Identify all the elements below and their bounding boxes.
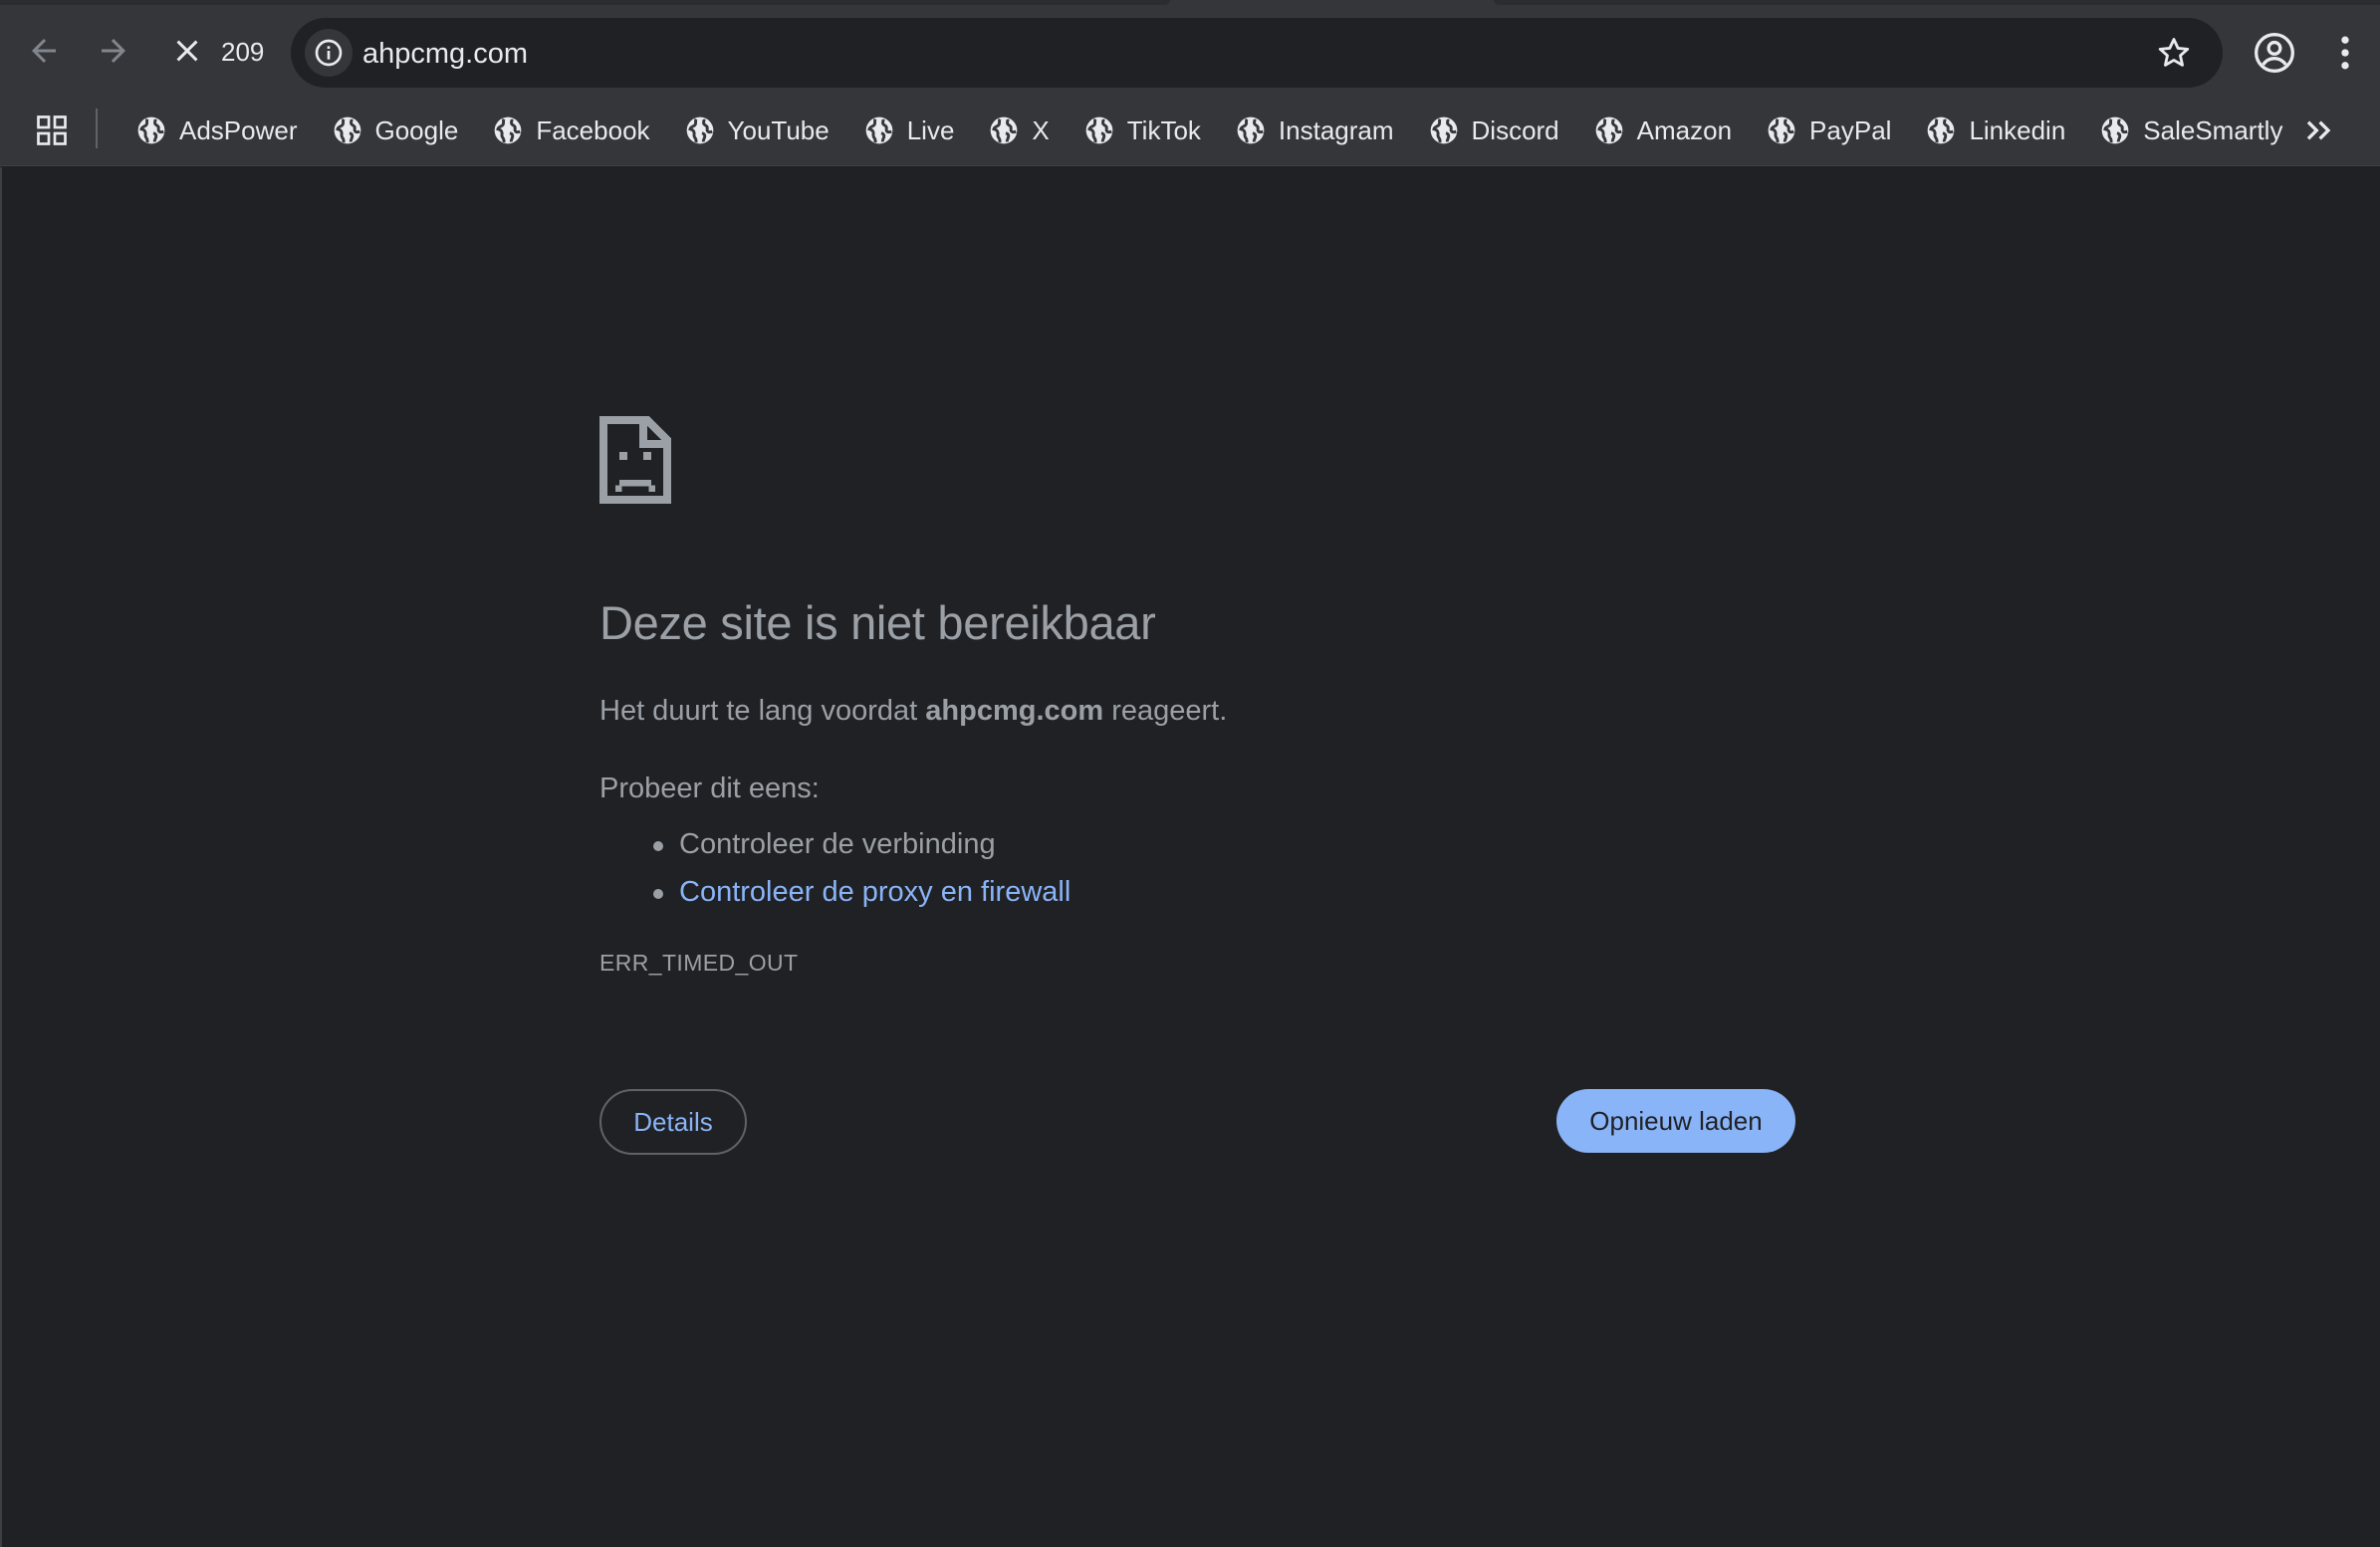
tab-count-badge[interactable]: 209 — [221, 37, 264, 68]
globe-icon — [1085, 116, 1113, 144]
arrow-left-icon — [32, 39, 56, 63]
bookmark-item[interactable]: Amazon — [1583, 106, 1742, 155]
bookmark-item[interactable]: TikTok — [1073, 106, 1211, 155]
reload-button[interactable]: Opnieuw laden — [1556, 1089, 1795, 1153]
summary-text-before: Het duurt te lang voordat — [599, 695, 926, 727]
globe-icon — [334, 116, 360, 144]
bookmark-item[interactable]: SaleSmartly — [2089, 106, 2292, 155]
bookmark-label: Facebook — [536, 114, 650, 145]
apps-grid-icon[interactable] — [34, 112, 70, 148]
globe-icon — [1237, 116, 1265, 144]
bookmark-label: Discord — [1471, 114, 1559, 145]
suggestion-check-connection: Controleer de verbinding — [652, 820, 1071, 868]
forward-button[interactable] — [90, 27, 137, 75]
arrow-right-icon — [102, 39, 125, 63]
site-info-button[interactable] — [305, 29, 353, 77]
error-summary: Het duurt te lang voordat ahpcmg.com rea… — [599, 695, 1227, 728]
back-button[interactable] — [20, 27, 68, 75]
bookmark-star-icon[interactable] — [2155, 34, 2193, 72]
close-icon — [176, 40, 198, 62]
bookmark-item[interactable]: Live — [853, 106, 965, 155]
bookmark-item[interactable]: Google — [322, 106, 469, 155]
bookmark-item[interactable]: X — [978, 106, 1059, 155]
address-bar[interactable]: ahpcmg.com — [291, 18, 2223, 88]
url-text[interactable]: ahpcmg.com — [362, 38, 528, 71]
globe-icon — [1595, 116, 1622, 144]
bookmark-item[interactable]: PayPal — [1756, 106, 1901, 155]
profile-icon[interactable] — [2253, 31, 2296, 75]
sad-document-icon — [599, 416, 671, 504]
bookmark-item[interactable]: Instagram — [1225, 106, 1404, 155]
bookmark-label: AdsPower — [179, 114, 298, 145]
globe-icon — [495, 116, 522, 144]
bookmark-label: Amazon — [1636, 114, 1733, 145]
bookmarks-bar: AdsPower Google Facebook YouTube Live X TikTok… — [0, 95, 2380, 166]
bookmark-label: Live — [906, 114, 955, 145]
bookmark-label: Linkedin — [1969, 114, 2066, 145]
bookmark-item[interactable]: Facebook — [482, 106, 659, 155]
bookmark-label: Instagram — [1278, 114, 1394, 145]
bookmark-list: AdsPower Google Facebook YouTube Live X TikTok… — [125, 95, 2306, 166]
suggestion-check-proxy-link[interactable]: Controleer de proxy en firewall — [652, 868, 1071, 916]
bookmark-label: YouTube — [727, 114, 830, 145]
bookmark-item[interactable]: Discord — [1418, 106, 1569, 155]
bookmark-label: TikTok — [1126, 114, 1201, 145]
globe-icon — [865, 116, 893, 144]
bookmark-label: SaleSmartly — [2143, 114, 2283, 145]
globe-icon — [1768, 116, 1795, 144]
info-icon — [315, 39, 343, 67]
globe-icon — [991, 116, 1018, 144]
globe-icon — [1430, 116, 1457, 144]
more-menu-icon[interactable] — [2330, 31, 2360, 75]
details-button[interactable]: Details — [599, 1089, 747, 1155]
bookmark-label: Google — [374, 114, 459, 145]
bookmarks-separator — [96, 109, 98, 148]
error-code: ERR_TIMED_OUT — [599, 950, 799, 976]
error-headline: Deze site is niet bereikbaar — [599, 596, 1156, 649]
globe-icon — [2101, 116, 2129, 144]
browser-window: 209 ahpcmg.com AdsPower Google Facebook … — [0, 0, 2380, 1547]
suggestions-title: Probeer dit eens: — [599, 773, 820, 804]
stop-loading-button[interactable] — [163, 27, 211, 75]
bookmark-label: PayPal — [1809, 114, 1892, 145]
bookmark-label: X — [1032, 114, 1050, 145]
page-content: Deze site is niet bereikbaar Het duurt t… — [0, 167, 2380, 1547]
suggestions-list: Controleer de verbinding Controleer de p… — [652, 820, 1071, 916]
bookmark-item[interactable]: AdsPower — [125, 106, 308, 155]
bookmark-item[interactable]: YouTube — [674, 106, 839, 155]
globe-icon — [686, 116, 713, 144]
summary-text-after: reageert. — [1103, 695, 1228, 727]
globe-icon — [137, 116, 165, 144]
browser-toolbar: 209 ahpcmg.com — [0, 5, 2380, 95]
summary-host: ahpcmg.com — [925, 695, 1104, 727]
bookmark-item[interactable]: Linkedin — [1915, 106, 2075, 155]
chevron-double-right-icon[interactable] — [2298, 110, 2338, 150]
globe-icon — [1928, 116, 1955, 144]
